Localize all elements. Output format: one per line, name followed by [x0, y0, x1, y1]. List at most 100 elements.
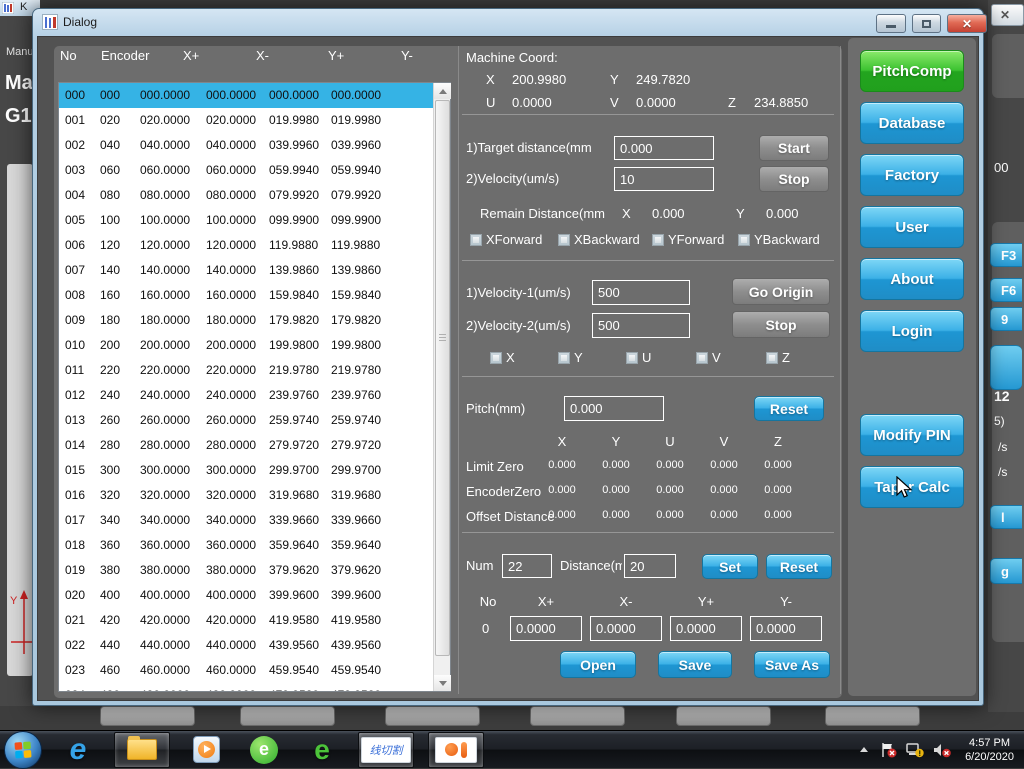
sidebar-button-modify-pin[interactable]: Modify PIN [860, 414, 964, 456]
pitch-input[interactable] [564, 396, 664, 421]
save-as-button[interactable]: Save As [754, 651, 830, 678]
table-row[interactable]: 007140140.0000140.0000139.9860139.9860 [59, 258, 433, 283]
stop-button[interactable]: Stop [759, 166, 829, 192]
edit-value-input[interactable] [670, 616, 742, 641]
edit-value-input[interactable] [590, 616, 662, 641]
action-center-icon[interactable] [879, 742, 897, 758]
open-button[interactable]: Open [560, 651, 636, 678]
table-row[interactable]: 002040040.0000040.0000039.9960039.9960 [59, 133, 433, 158]
axis-checkbox-x[interactable] [490, 352, 502, 364]
sidebar-button-user[interactable]: User [860, 206, 964, 248]
explorer-icon[interactable] [114, 732, 170, 768]
scroll-up-button[interactable] [434, 83, 451, 99]
table-row[interactable]: 010200200.0000200.0000199.9800199.9800 [59, 333, 433, 358]
minimize-button[interactable] [876, 14, 906, 33]
table-scrollbar[interactable] [433, 83, 450, 691]
background-bottom-button[interactable] [385, 706, 480, 726]
sidebar-button-pitchcomp[interactable]: PitchComp [860, 50, 964, 92]
origin-stop-button[interactable]: Stop [732, 311, 830, 338]
compensation-table[interactable]: 000000000.0000000.0000000.0000000.000000… [58, 82, 451, 692]
velocity2-input[interactable] [592, 313, 690, 338]
table-row[interactable]: 009180180.0000180.0000179.9820179.9820 [59, 308, 433, 333]
table-cell: 023 [65, 658, 100, 683]
table-row[interactable]: 023460460.0000460.0000459.9540459.9540 [59, 658, 433, 683]
table-row[interactable]: 003060060.0000060.0000059.9940059.9940 [59, 158, 433, 183]
background-bottom-button[interactable] [100, 706, 195, 726]
background-bottom-button[interactable] [530, 706, 625, 726]
save-button[interactable]: Save [658, 651, 732, 678]
axis-checkbox-z[interactable] [766, 352, 778, 364]
pitch-reset-button[interactable]: Reset [754, 396, 824, 421]
table-row[interactable]: 005100100.0000100.0000099.9900099.9900 [59, 208, 433, 233]
table-row[interactable]: 015300300.0000300.0000299.9700299.9700 [59, 458, 433, 483]
table-row[interactable]: 000000000.0000000.0000000.0000000.0000 [59, 83, 433, 108]
table-row[interactable]: 019380380.0000380.0000379.9620379.9620 [59, 558, 433, 583]
browser-green-circle-icon[interactable]: e [242, 732, 286, 768]
background-partial-button[interactable]: F3 [990, 243, 1022, 267]
go-origin-button[interactable]: Go Origin [732, 278, 830, 305]
background-bottom-button[interactable] [240, 706, 335, 726]
volume-muted-icon[interactable] [933, 742, 952, 758]
network-status-icon[interactable] [906, 742, 924, 758]
background-partial-button[interactable]: g [990, 558, 1022, 584]
table-row[interactable]: 013260260.0000260.0000259.9740259.9740 [59, 408, 433, 433]
velocity-input[interactable] [614, 167, 714, 191]
table-row[interactable]: 020400400.0000400.0000399.9600399.9600 [59, 583, 433, 608]
background-close-button[interactable]: ✕ [991, 4, 1024, 26]
axis-checkbox-y[interactable] [558, 352, 570, 364]
start-button[interactable]: Start [759, 135, 829, 161]
direction-checkbox-ybackward[interactable] [738, 234, 750, 246]
direction-checkbox-xforward[interactable] [470, 234, 482, 246]
table-row[interactable]: 016320320.0000320.0000319.9680319.9680 [59, 483, 433, 508]
ie-browser-icon[interactable]: e [56, 732, 100, 768]
capture-app-icon[interactable] [428, 732, 484, 768]
background-partial-button[interactable] [990, 345, 1022, 390]
start-button[interactable] [4, 731, 42, 769]
table-row[interactable]: 001020020.0000020.0000019.9980019.9980 [59, 108, 433, 133]
table-row[interactable]: 014280280.0000280.0000279.9720279.9720 [59, 433, 433, 458]
edit-value-input[interactable] [510, 616, 582, 641]
sidebar-button-login[interactable]: Login [860, 310, 964, 352]
edit-value-input[interactable] [750, 616, 822, 641]
scrollbar-thumb[interactable] [435, 100, 450, 656]
table-cell: 139.9860 [269, 258, 331, 283]
dialog-titlebar[interactable]: Dialog ✕ [33, 9, 983, 36]
table-row[interactable]: 022440440.0000440.0000439.9560439.9560 [59, 633, 433, 658]
sidebar-button-about[interactable]: About [860, 258, 964, 300]
table-row[interactable]: 017340340.0000340.0000339.9660339.9660 [59, 508, 433, 533]
table-row[interactable]: 021420420.0000420.0000419.9580419.9580 [59, 608, 433, 633]
direction-checkbox-yforward[interactable] [652, 234, 664, 246]
maximize-button[interactable] [912, 14, 941, 33]
background-bottom-button[interactable] [676, 706, 771, 726]
axis-checkbox-u[interactable] [626, 352, 638, 364]
table-row[interactable]: 018360360.0000360.0000359.9640359.9640 [59, 533, 433, 558]
show-hidden-icons-button[interactable] [858, 745, 870, 755]
table-row[interactable]: 024480480.0000480.0000479.9520479.9520 [59, 683, 433, 691]
background-bottom-button[interactable] [825, 706, 920, 726]
scroll-down-button[interactable] [434, 675, 451, 691]
velocity1-input[interactable] [592, 280, 690, 305]
table-row[interactable]: 006120120.0000120.0000119.9880119.9880 [59, 233, 433, 258]
table-row[interactable]: 008160160.0000160.0000159.9840159.9840 [59, 283, 433, 308]
table-row[interactable]: 004080080.0000080.0000079.9920079.9920 [59, 183, 433, 208]
background-partial-button[interactable]: 9 [990, 307, 1022, 331]
close-button[interactable]: ✕ [947, 14, 987, 33]
background-partial-button[interactable]: F6 [990, 278, 1022, 302]
background-partial-button[interactable]: l [990, 505, 1022, 529]
sidebar-button-database[interactable]: Database [860, 102, 964, 144]
sidebar-button-factory[interactable]: Factory [860, 154, 964, 196]
axis-checkbox-label: Y [574, 350, 583, 365]
num-input[interactable] [502, 554, 552, 578]
distance-input[interactable] [624, 554, 676, 578]
num-reset-button[interactable]: Reset [766, 554, 832, 579]
browser-green-e-icon[interactable]: e [300, 732, 344, 768]
set-button[interactable]: Set [702, 554, 758, 579]
table-row[interactable]: 011220220.0000220.0000219.9780219.9780 [59, 358, 433, 383]
direction-checkbox-xbackward[interactable] [558, 234, 570, 246]
axis-checkbox-v[interactable] [696, 352, 708, 364]
table-row[interactable]: 012240240.0000240.0000239.9760239.9760 [59, 383, 433, 408]
taskbar-clock[interactable]: 4:57 PM 6/20/2020 [965, 736, 1014, 764]
target-distance-input[interactable] [614, 136, 714, 160]
wirecut-app-icon[interactable]: 线切割 [358, 732, 414, 768]
media-player-icon[interactable] [184, 732, 228, 768]
